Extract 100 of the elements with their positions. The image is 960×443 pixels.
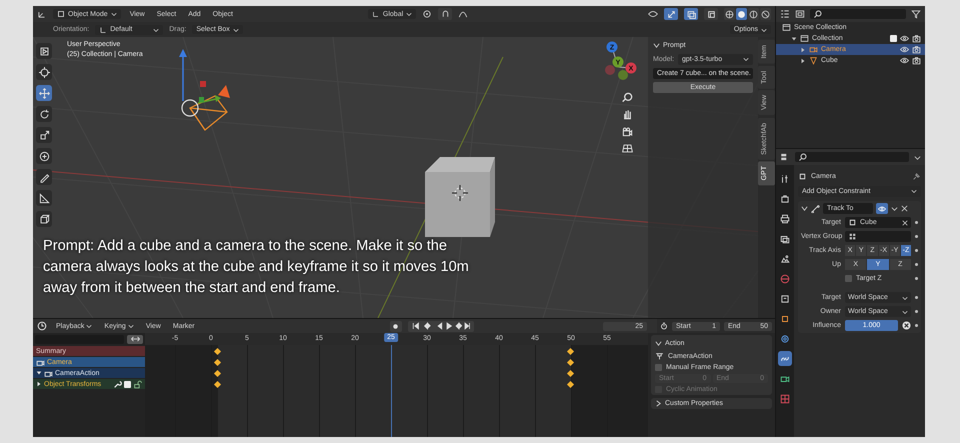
tool-button[interactable] xyxy=(36,148,52,164)
gizmo-icon xyxy=(666,10,676,18)
shading-button[interactable] xyxy=(724,8,735,20)
square-icon xyxy=(780,314,790,324)
transform-icon xyxy=(38,150,50,162)
grid-icon[interactable] xyxy=(622,143,633,154)
search-field[interactable] xyxy=(810,9,906,19)
animate-dot-icon[interactable] xyxy=(915,296,918,299)
eye-icon[interactable] xyxy=(900,45,909,54)
caret-icon xyxy=(406,11,412,17)
shading-button[interactable] xyxy=(760,8,771,20)
camera-icon xyxy=(44,368,53,378)
pin-icon[interactable] xyxy=(912,172,921,180)
tool-button[interactable] xyxy=(36,85,52,101)
filter-icon[interactable] xyxy=(911,9,921,19)
eye-icon[interactable] xyxy=(900,34,909,43)
animate-dot-icon[interactable] xyxy=(915,249,918,252)
checkbox[interactable] xyxy=(655,364,662,371)
shading-button[interactable] xyxy=(748,8,759,20)
camera-icon xyxy=(36,358,45,366)
axes-icon[interactable] xyxy=(37,9,47,19)
tool-button[interactable] xyxy=(36,190,52,206)
vertex-group-field[interactable] xyxy=(845,231,911,242)
camera-icon xyxy=(809,45,818,54)
lock-icon[interactable] xyxy=(133,380,142,388)
swap-arrows-icon[interactable] xyxy=(127,334,143,344)
caret-icon xyxy=(911,188,917,194)
properties-tab[interactable] xyxy=(778,351,792,366)
animate-dot-icon[interactable] xyxy=(915,324,918,327)
playback-controls[interactable] xyxy=(408,320,474,332)
camera-icon[interactable] xyxy=(912,56,921,65)
zoom-icon[interactable] xyxy=(622,92,633,103)
magnet-icon xyxy=(440,10,450,18)
axis-dot-icon[interactable] xyxy=(618,70,628,80)
axes-icon xyxy=(372,10,380,18)
visibility-icon[interactable] xyxy=(648,9,658,19)
tool-button[interactable] xyxy=(36,127,52,143)
checkbox[interactable] xyxy=(845,275,852,282)
cube-drawing[interactable] xyxy=(425,157,495,237)
tool-button[interactable] xyxy=(36,43,52,59)
collapsed-arrow-icon[interactable] xyxy=(800,46,806,52)
eye-icon[interactable] xyxy=(900,56,909,65)
cursor-crosshair-icon xyxy=(452,184,468,202)
eye-toggle[interactable] xyxy=(876,203,888,214)
close-icon[interactable] xyxy=(902,220,908,226)
ruler-icon xyxy=(38,192,50,204)
animate-dot-icon[interactable] xyxy=(915,235,918,238)
tool-icon xyxy=(780,174,790,184)
stopwatch-icon[interactable] xyxy=(660,322,668,330)
caret-icon[interactable] xyxy=(914,154,921,160)
list-icon[interactable] xyxy=(780,9,790,19)
xray-icon xyxy=(706,10,716,18)
caption-text: Prompt: Add a cube and a camera to the scene. Make it so the camera always looks at the cube and keyframe it so it moves 10m away from it between the start and end frame. xyxy=(43,237,470,298)
caret-icon xyxy=(86,323,92,329)
animate-dot-icon[interactable] xyxy=(915,277,918,280)
reset-icon[interactable] xyxy=(902,321,911,330)
tool-button[interactable] xyxy=(36,169,52,185)
scene-icon xyxy=(780,254,790,264)
expanded-arrow-icon[interactable] xyxy=(791,36,797,42)
expanded-arrow-icon[interactable] xyxy=(36,370,42,376)
animate-dot-icon[interactable] xyxy=(915,310,918,313)
record-button[interactable] xyxy=(390,320,402,332)
wireframe-icon xyxy=(725,10,734,18)
box-icon xyxy=(780,294,790,304)
camera-object-drawing[interactable] xyxy=(189,85,230,131)
search-field[interactable] xyxy=(795,152,909,162)
close-icon[interactable] xyxy=(901,205,908,212)
checkbox[interactable] xyxy=(124,380,131,388)
collection-icon xyxy=(782,23,791,32)
camera-icon[interactable] xyxy=(912,45,921,54)
snap-button[interactable] xyxy=(438,8,452,20)
wrench-icon[interactable] xyxy=(113,380,122,388)
animate-dot-icon[interactable] xyxy=(915,263,918,266)
collapsed-arrow-icon[interactable] xyxy=(36,381,42,387)
tool-button[interactable] xyxy=(36,211,52,227)
camera-icon[interactable] xyxy=(912,34,921,43)
cube-icon xyxy=(38,214,50,224)
tool-button[interactable] xyxy=(36,106,52,122)
transform-gizmo-drawing[interactable] xyxy=(179,49,221,117)
shading-button[interactable] xyxy=(736,8,747,20)
animate-dot-icon[interactable] xyxy=(915,221,918,224)
caret-icon[interactable] xyxy=(891,205,898,212)
proportional-icon[interactable] xyxy=(458,9,468,19)
orientation-icon xyxy=(99,26,108,34)
gizmo-toggle[interactable] xyxy=(664,8,678,20)
clock-icon[interactable] xyxy=(37,321,47,331)
axis-dot-icon[interactable] xyxy=(605,65,615,75)
object-icon xyxy=(848,218,857,227)
xray-toggle[interactable] xyxy=(704,8,718,20)
pivot-icon[interactable] xyxy=(422,9,432,19)
caret-icon xyxy=(902,294,908,300)
cursor-icon xyxy=(38,66,50,78)
camera-icon[interactable] xyxy=(622,126,633,137)
collapsed-arrow-icon[interactable] xyxy=(800,58,806,64)
checkbox[interactable] xyxy=(890,35,897,42)
overlays-toggle[interactable] xyxy=(684,8,698,20)
globe-icon xyxy=(780,274,790,284)
tool-button[interactable] xyxy=(36,64,52,80)
display-mode-icon[interactable] xyxy=(795,9,805,19)
caret-icon xyxy=(902,308,908,314)
